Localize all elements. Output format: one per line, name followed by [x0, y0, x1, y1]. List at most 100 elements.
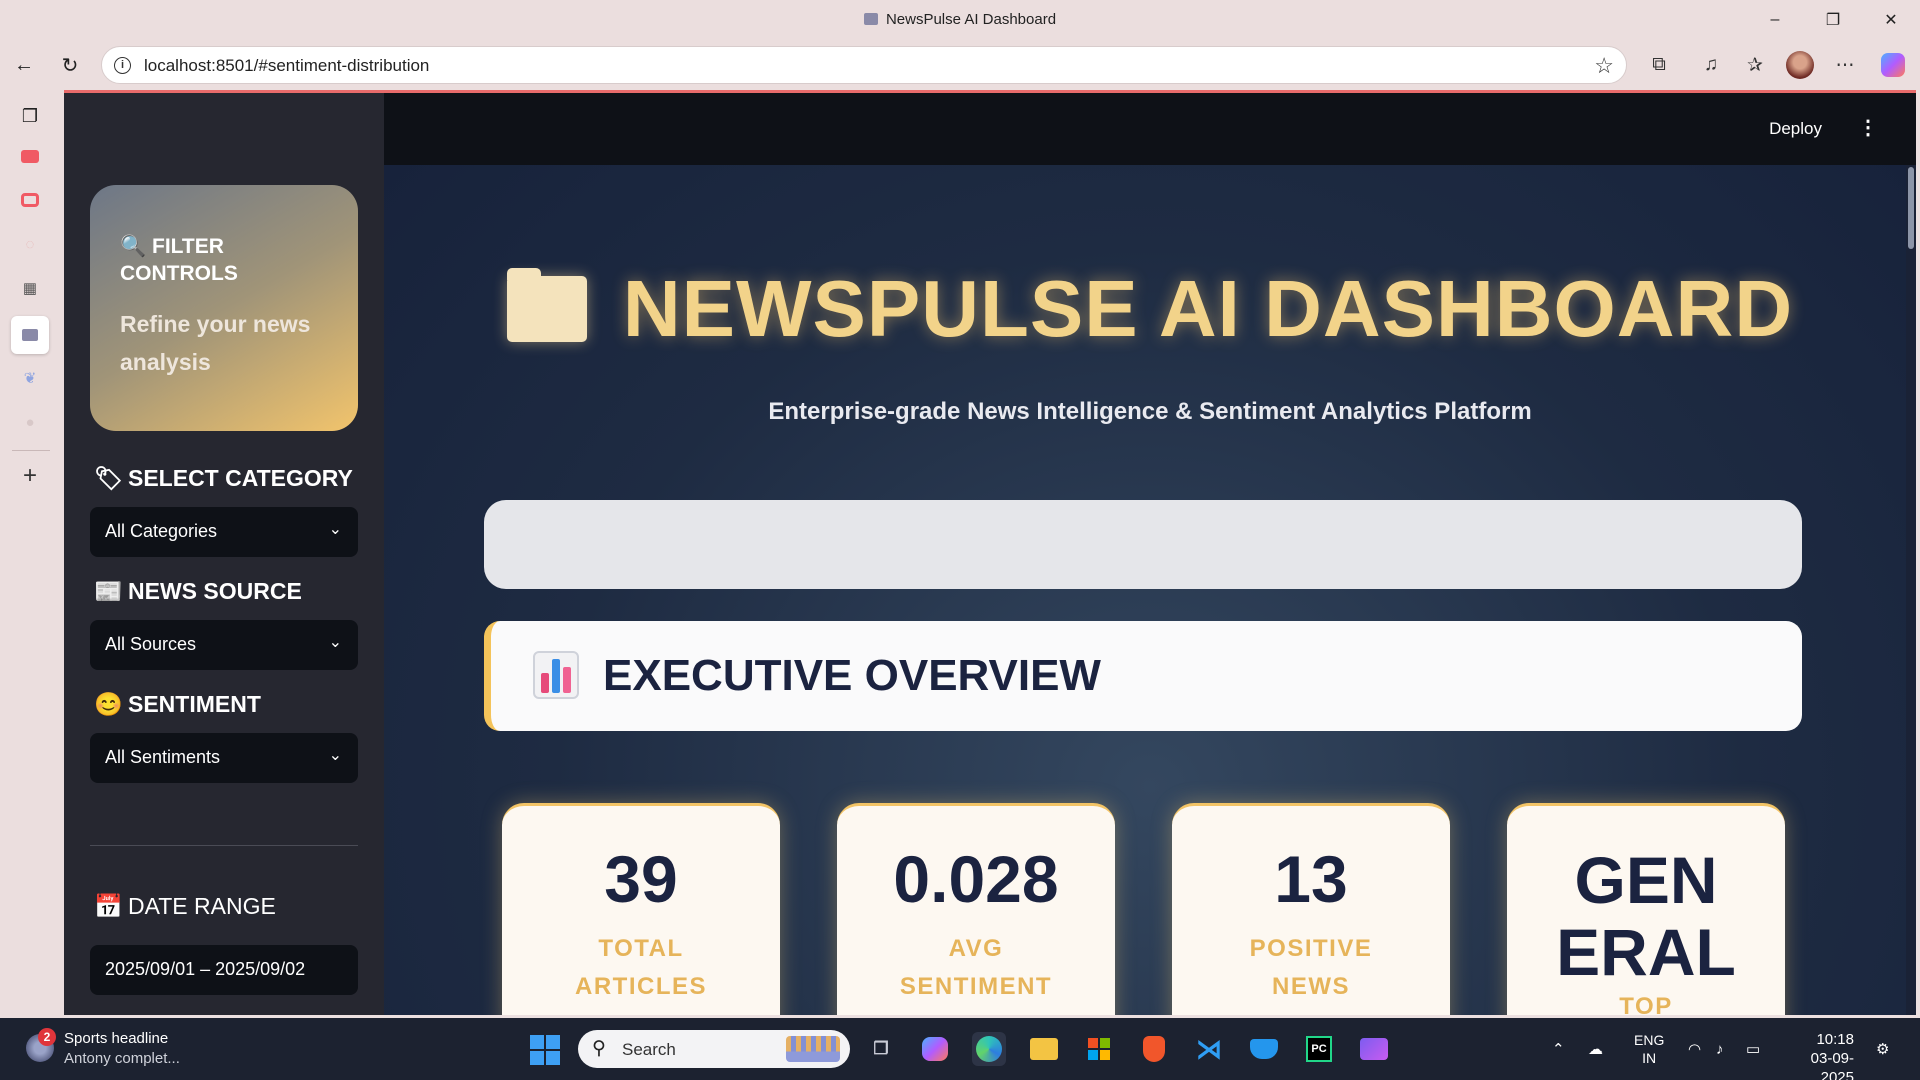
edge-browser-icon[interactable]	[972, 1032, 1006, 1066]
category-select[interactable]: All Categories ⌄	[90, 507, 358, 557]
kpi-card-total-articles: 39 TOTAL ARTICLES	[502, 803, 780, 1015]
faded-tab-icon[interactable]: ◌	[14, 228, 46, 260]
dashboard-title: NEWSPULSE AI DASHBOARD	[622, 264, 1794, 353]
kpi-label: AVG SENTIMENT	[837, 930, 1115, 1006]
browser-essentials-icon[interactable]: ♫	[1696, 50, 1726, 80]
new-tab-plus-icon[interactable]: +	[14, 460, 46, 492]
show-hidden-icons-chevron[interactable]: ⌃	[1552, 1018, 1565, 1080]
date-range-input[interactable]: 2025/09/01 – 2025/09/02	[90, 945, 358, 995]
github-tab-icon[interactable]: ●	[14, 406, 46, 438]
battery-icon[interactable]: ▭	[1746, 1018, 1760, 1080]
kpi-card-positive-news: 13 POSITIVE NEWS	[1172, 803, 1450, 1015]
category-select-value: All Categories	[105, 521, 218, 541]
kpi-value: GEN ERAL	[1507, 844, 1785, 988]
microsoft-store-icon[interactable]	[1082, 1032, 1116, 1066]
favorite-star-icon[interactable]: ☆	[1594, 53, 1614, 79]
kpi-value-line: GEN	[1574, 843, 1718, 917]
docker-icon[interactable]	[1247, 1032, 1281, 1066]
kpi-label-line: ARTICLES	[575, 973, 707, 1000]
notification-bell-icon[interactable]: ⚙	[1876, 1018, 1889, 1080]
minimize-button[interactable]: –	[1752, 6, 1798, 34]
source-select-value: All Sources	[105, 634, 197, 654]
tab-divider	[12, 450, 50, 451]
category-label-text: SELECT CATEGORY	[128, 465, 353, 491]
date-range-label-text: DATE RANGE	[128, 893, 276, 919]
window-title: NewsPulse AI Dashboard	[0, 11, 1920, 28]
search-icon: ⚲	[592, 1038, 606, 1059]
task-view-icon[interactable]: ❐	[864, 1032, 898, 1066]
filter-sidebar: 🔍 FILTER CONTROLS Refine your news analy…	[64, 93, 384, 1015]
site-info-icon[interactable]: i	[114, 57, 131, 74]
vscode-icon[interactable]: ⋊	[1192, 1032, 1226, 1066]
source-label: 📰 NEWS SOURCE	[94, 578, 302, 605]
profile-avatar[interactable]	[1785, 50, 1815, 80]
file-explorer-icon[interactable]	[1027, 1032, 1061, 1066]
app-viewport: 🔍 FILTER CONTROLS Refine your news analy…	[64, 90, 1916, 1015]
brave-browser-icon[interactable]	[1137, 1032, 1171, 1066]
kpi-label: POSITIVE NEWS	[1172, 930, 1450, 1006]
more-options-icon[interactable]: ⋯	[1830, 50, 1860, 80]
extensions-puzzle-icon[interactable]: ⧉	[1644, 50, 1674, 80]
browser-toolbar: ← ↻ i localhost:8501/#sentiment-distribu…	[0, 40, 1920, 90]
sentiment-label: 😊 SENTIMENT	[94, 691, 261, 718]
scrollbar-thumb[interactable]	[1908, 167, 1914, 249]
address-bar-url[interactable]: localhost:8501/#sentiment-distribution	[144, 56, 429, 76]
browser-titlebar: NewsPulse AI Dashboard – ❐ ✕	[0, 0, 1920, 40]
kpi-label-line: TOTAL	[598, 935, 684, 962]
kpi-label-line: AVG	[948, 935, 1004, 962]
newspaper-icon: 📰	[94, 578, 123, 604]
category-label: 🏷 SELECT CATEGORY	[94, 465, 353, 492]
banner-placeholder	[484, 500, 1802, 589]
deploy-button[interactable]: Deploy	[1769, 119, 1822, 139]
chevron-down-icon: ⌄	[328, 634, 342, 651]
chevron-down-icon: ⌄	[328, 521, 342, 538]
back-arrow-icon[interactable]: ←	[8, 49, 40, 81]
restore-button[interactable]: ❐	[1810, 6, 1856, 34]
media-app-icon[interactable]	[1357, 1032, 1391, 1066]
pycharm-icon[interactable]: PC	[1302, 1032, 1336, 1066]
dashboard-hero: NEWSPULSE AI DASHBOARD	[384, 263, 1916, 355]
reload-icon[interactable]: ↻	[54, 49, 86, 81]
language-line: ENG	[1634, 1032, 1665, 1048]
kpi-card-avg-sentiment: 0.028 AVG SENTIMENT	[837, 803, 1115, 1015]
active-dashboard-tab-icon[interactable]	[11, 316, 49, 354]
kpi-value-line: ERAL	[1556, 915, 1736, 989]
close-window-button[interactable]: ✕	[1868, 6, 1914, 34]
grid-tab-icon[interactable]: ▦	[14, 272, 46, 304]
sentiment-select[interactable]: All Sentiments ⌄	[90, 733, 358, 783]
language-indicator[interactable]: ENG IN	[1634, 1018, 1664, 1080]
search-highlight-skyline-icon	[786, 1036, 840, 1062]
pinned-tab-red-icon[interactable]	[14, 184, 46, 216]
source-select[interactable]: All Sources ⌄	[90, 620, 358, 670]
system-clock[interactable]: 10:18 03-09-2025	[1788, 1030, 1854, 1080]
windows-start-icon[interactable]	[530, 1035, 560, 1065]
sentiment-select-value: All Sentiments	[105, 747, 221, 767]
dashboard-subtitle: Enterprise-grade News Intelligence & Sen…	[768, 398, 1532, 425]
copilot-icon[interactable]	[1878, 50, 1908, 80]
smiley-icon: 😊	[94, 691, 123, 717]
app-header: Deploy ⋮	[384, 93, 1916, 165]
filter-controls-title: 🔍 FILTER CONTROLS	[120, 233, 270, 287]
folder-icon	[506, 268, 587, 342]
date-range-label: 📅 DATE RANGE	[94, 893, 276, 920]
main-scrollbar[interactable]	[1906, 165, 1916, 1015]
filter-controls-card: 🔍 FILTER CONTROLS Refine your news analy…	[90, 185, 358, 431]
youtube-tab-icon[interactable]	[14, 140, 46, 172]
copilot-taskbar-icon[interactable]	[918, 1032, 952, 1066]
address-bar[interactable]: i localhost:8501/#sentiment-distribution…	[101, 46, 1627, 84]
taskbar-search[interactable]: ⚲ Search	[578, 1030, 850, 1068]
news-headline: Sports headline	[64, 1030, 169, 1047]
onedrive-cloud-icon[interactable]: ☁	[1588, 1018, 1603, 1080]
wifi-icon[interactable]: ◠	[1688, 1018, 1701, 1080]
kpi-label-line: NEWS	[1272, 973, 1350, 1000]
executive-overview-title: EXECUTIVE OVERVIEW	[603, 651, 1101, 700]
favorites-icon[interactable]: ✰	[1740, 50, 1770, 80]
chevron-down-icon: ⌄	[328, 747, 342, 764]
kpi-card-top-category: GEN ERAL TOP	[1507, 803, 1785, 1015]
main-menu-kebab-icon[interactable]: ⋮	[1858, 115, 1878, 140]
kpi-label: TOP	[1619, 993, 1673, 1015]
bar-chart-icon	[533, 651, 579, 699]
volume-icon[interactable]: ♪	[1716, 1018, 1724, 1080]
bird-tab-icon[interactable]: ❦	[14, 362, 46, 394]
tab-actions-icon[interactable]: ❐	[14, 100, 46, 132]
